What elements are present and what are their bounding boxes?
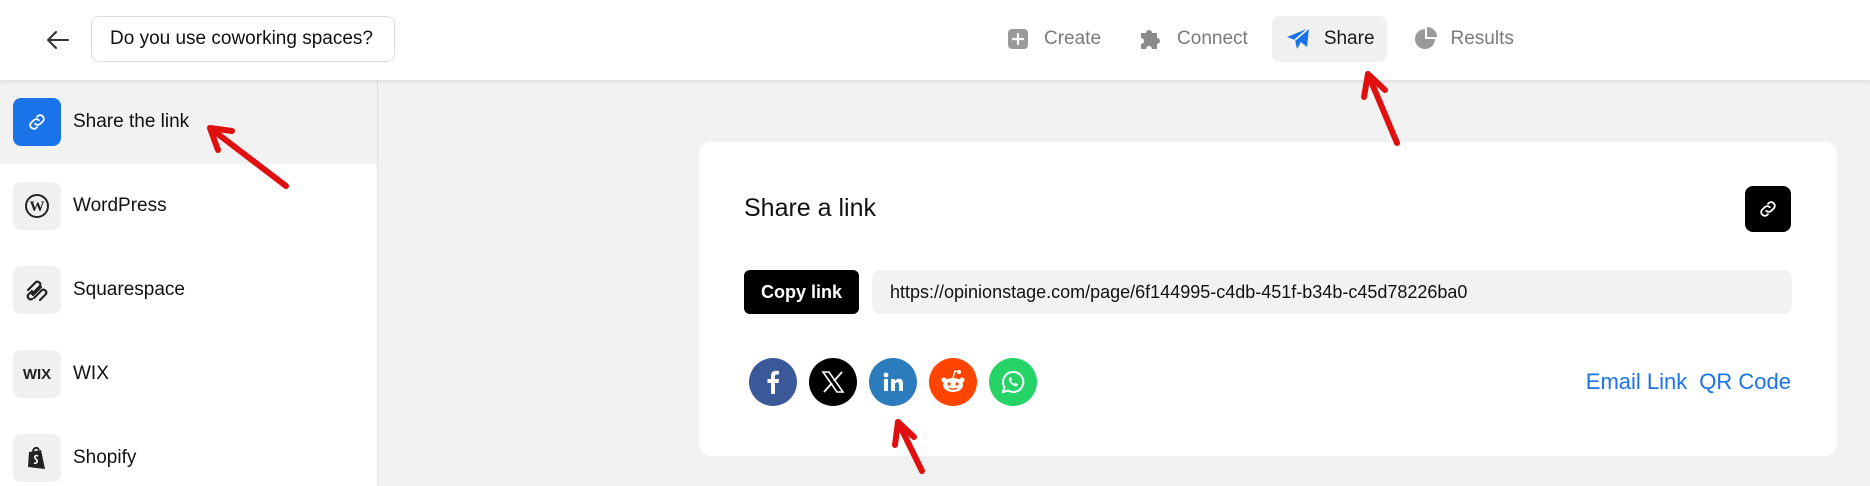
facebook-icon xyxy=(767,370,779,394)
facebook-share-button[interactable] xyxy=(749,358,797,406)
tab-connect[interactable]: Connect xyxy=(1125,16,1260,62)
sidebar-item-label: WordPress xyxy=(73,195,167,216)
sidebar-item-wordpress[interactable]: W WordPress xyxy=(0,164,377,248)
tab-label: Results xyxy=(1450,28,1514,49)
tab-label: Create xyxy=(1044,28,1102,49)
wordpress-icon: W xyxy=(13,182,61,230)
x-icon xyxy=(821,371,845,393)
sidebar-item-label: Share the link xyxy=(73,111,190,132)
reddit-share-button[interactable] xyxy=(929,358,977,406)
qr-code-link[interactable]: QR Code xyxy=(1699,369,1791,395)
tab-share[interactable]: Share xyxy=(1271,16,1387,62)
plus-square-icon xyxy=(1004,25,1032,53)
share-link-card: Share a link Copy link https://opinionst… xyxy=(699,142,1837,456)
sidebar-item-wix[interactable]: WIX WIX xyxy=(0,332,377,416)
puzzle-icon xyxy=(1137,25,1165,53)
sidebar-item-share-link[interactable]: Share the link xyxy=(0,80,377,164)
sidebar-item-label: WIX xyxy=(73,363,109,384)
link-options-button[interactable] xyxy=(1745,186,1791,232)
email-link[interactable]: Email Link xyxy=(1586,369,1687,395)
x-share-button[interactable] xyxy=(809,358,857,406)
sidebar-item-label: Shopify xyxy=(73,447,137,468)
sidebar-item-label: Squarespace xyxy=(73,279,185,300)
tab-label: Connect xyxy=(1177,28,1248,49)
squarespace-icon xyxy=(13,266,61,314)
share-url-field[interactable]: https://opinionstage.com/page/6f144995-c… xyxy=(872,270,1792,314)
tab-label: Share xyxy=(1323,28,1375,49)
sidebar-item-squarespace[interactable]: Squarespace xyxy=(0,248,377,332)
whatsapp-share-button[interactable] xyxy=(989,358,1037,406)
arrow-left-icon xyxy=(47,31,69,49)
annotation-arrow-share-tab xyxy=(1361,71,1400,146)
back-button[interactable] xyxy=(40,22,76,58)
send-icon xyxy=(1284,25,1312,53)
wix-icon: WIX xyxy=(13,350,61,398)
link-icon xyxy=(1760,201,1776,217)
linkedin-share-button[interactable] xyxy=(869,358,917,406)
tab-create[interactable]: Create xyxy=(992,16,1113,62)
shopify-icon xyxy=(13,434,61,482)
whatsapp-icon xyxy=(1001,370,1025,394)
copy-link-button[interactable]: Copy link xyxy=(744,270,859,314)
tab-results[interactable]: Results xyxy=(1399,16,1526,62)
top-bar: Do you use coworking spaces? Create Conn… xyxy=(0,0,1870,80)
card-title: Share a link xyxy=(744,194,877,222)
reddit-icon xyxy=(941,370,965,392)
pie-chart-icon xyxy=(1411,25,1439,53)
linkedin-icon xyxy=(883,372,903,391)
link-icon xyxy=(13,98,61,146)
sidebar-item-shopify[interactable]: Shopify xyxy=(0,416,377,486)
social-share-buttons xyxy=(749,358,1037,406)
survey-title-field[interactable]: Do you use coworking spaces? xyxy=(91,16,395,62)
sidebar: Share the link W WordPress Squarespace W… xyxy=(0,80,378,486)
svg-text:W: W xyxy=(30,199,45,215)
main-nav: Create Connect Share Results xyxy=(992,16,1538,62)
extra-share-links: Email Link QR Code xyxy=(1586,369,1791,395)
